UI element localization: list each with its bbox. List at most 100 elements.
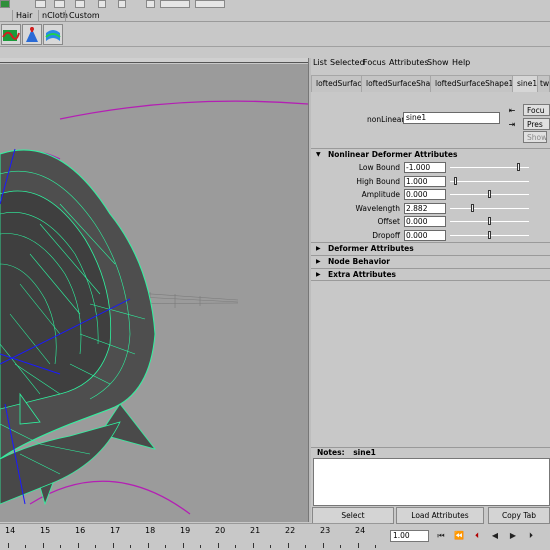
offset-slider-handle[interactable] (488, 217, 491, 226)
show-button[interactable]: Show (523, 131, 547, 143)
menu-show[interactable]: Show (427, 58, 449, 67)
presets-button[interactable]: Pres (523, 118, 550, 130)
frame-tick-label: 23 (320, 526, 331, 535)
snap-icon[interactable] (146, 0, 155, 8)
frame-tick (43, 543, 44, 548)
section-title: Deformer Attributes (328, 244, 414, 253)
menu-focus[interactable]: Focus (363, 58, 386, 67)
select-tool-icon[interactable] (98, 0, 106, 8)
high-bound-slider-handle[interactable] (453, 176, 457, 185)
frame-minor-tick (235, 545, 236, 548)
shelf-tab-hair[interactable]: Hair (12, 10, 35, 22)
play-forwards-icon[interactable]: ▶ (506, 530, 520, 543)
section-extra-attributes[interactable]: ▶ Extra Attributes (311, 268, 550, 281)
frame-minor-tick (375, 545, 376, 548)
offset-label: Offset (377, 217, 400, 227)
select-button[interactable]: Select (312, 507, 394, 524)
wavelength-field[interactable]: 2.882 (404, 202, 446, 214)
amplitude-label: Amplitude (361, 190, 400, 200)
frame-tick (253, 543, 254, 548)
attr-row-low-bound: Low Bound -1.000 (311, 162, 550, 175)
viewport-3d[interactable] (0, 64, 308, 522)
input-field[interactable] (160, 0, 190, 8)
shelf-tab-bar: Hair nCloth Custom (0, 9, 550, 22)
frame-tick (148, 543, 149, 548)
section-title: Extra Attributes (328, 270, 397, 279)
offset-field[interactable]: 0.000 (404, 216, 446, 228)
menu-attributes[interactable]: Attributes (389, 58, 429, 67)
notes-header: Notes: sine1 (311, 447, 550, 458)
frame-minor-tick (270, 545, 271, 548)
go-to-start-icon[interactable]: ⏮ (434, 530, 448, 543)
section-nonlinear-deformer[interactable]: ▼ Nonlinear Deformer Attributes (311, 148, 550, 161)
high-bound-slider[interactable] (450, 180, 529, 182)
curve-bottom (29, 480, 191, 515)
open-scene-icon[interactable] (54, 0, 65, 8)
menu-list[interactable]: List (313, 58, 327, 67)
current-frame-field[interactable]: 1.00 (390, 530, 429, 542)
menu-help[interactable]: Help (452, 58, 470, 67)
notes-text-area[interactable] (313, 458, 550, 506)
amplitude-field[interactable]: 0.000 (404, 189, 446, 201)
copy-tab-button[interactable]: Copy Tab (488, 507, 550, 524)
step-back-key-icon[interactable]: ⏪ (452, 530, 466, 543)
dropoff-label: Dropoff (372, 231, 400, 240)
collapsed-arrow-icon: ▶ (316, 271, 321, 278)
expanded-arrow-icon: ▼ (316, 151, 321, 158)
attr-row-amplitude: Amplitude 0.000 (311, 189, 550, 202)
frame-tick-label: 17 (110, 526, 121, 535)
frame-minor-tick (305, 545, 306, 548)
curve-top (59, 100, 308, 120)
frame-minor-tick (25, 545, 26, 548)
load-attributes-button[interactable]: Load Attributes (396, 507, 484, 524)
tab-tw[interactable]: tw (537, 75, 550, 92)
frame-minor-tick (130, 545, 131, 548)
input-connection-icon[interactable]: ⇤ (505, 106, 519, 117)
play-backwards-icon[interactable]: ◀ (488, 530, 502, 543)
shelf-icons (0, 23, 550, 47)
node-name-field[interactable]: sine1 (403, 112, 500, 124)
viewport-toolbar (0, 58, 308, 63)
time-slider[interactable]: 14 15 16 17 18 19 20 21 22 23 24 (0, 523, 390, 550)
frame-tick-label: 15 (40, 526, 51, 535)
dropoff-slider-handle[interactable] (488, 231, 491, 239)
dropoff-field[interactable]: 0.000 (404, 230, 446, 241)
attr-row-high-bound: High Bound 1.000 (311, 175, 550, 189)
section-deformer-attributes[interactable]: ▶ Deformer Attributes (311, 242, 550, 255)
frame-minor-tick (200, 545, 201, 548)
frame-tick (113, 543, 114, 548)
output-connection-icon[interactable]: ⇥ (505, 120, 519, 131)
low-bound-field[interactable]: -1.000 (404, 162, 446, 173)
step-back-frame-icon[interactable]: ⏴ (470, 530, 484, 543)
menu-selected[interactable]: Selected (330, 58, 365, 67)
high-bound-label: High Bound (356, 176, 400, 186)
frame-tick (183, 543, 184, 548)
ae-attribute-sections: ▼ Nonlinear Deformer Attributes Low Boun… (311, 146, 550, 441)
low-bound-label: Low Bound (358, 163, 400, 172)
frame-minor-tick (95, 545, 96, 548)
frame-tick (218, 543, 219, 548)
sine-deformer-icon[interactable] (1, 24, 21, 45)
lasso-tool-icon[interactable] (118, 0, 126, 8)
wavelength-slider-handle[interactable] (471, 203, 475, 212)
attr-row-offset: Offset 0.000 (311, 216, 550, 229)
low-bound-slider-handle[interactable] (516, 163, 520, 171)
section-node-behavior[interactable]: ▶ Node Behavior (311, 255, 550, 268)
focus-button[interactable]: Focu (523, 104, 550, 116)
input-field-2[interactable] (195, 0, 225, 8)
wave-deformer-icon[interactable] (43, 24, 63, 45)
menu-set-icon[interactable] (0, 0, 10, 8)
step-forward-frame-icon[interactable]: ⏵ (524, 530, 538, 543)
wavelength-slider[interactable] (450, 207, 529, 209)
collapsed-arrow-icon: ▶ (316, 245, 321, 252)
notes-label: Notes: (317, 448, 345, 457)
shelf-tab-custom[interactable]: Custom (65, 10, 103, 22)
frame-tick-label: 21 (250, 526, 261, 535)
amplitude-slider-handle[interactable] (488, 190, 491, 199)
new-scene-icon[interactable] (35, 0, 46, 8)
high-bound-field[interactable]: 1.000 (404, 175, 446, 187)
flare-deformer-icon[interactable] (22, 24, 42, 45)
save-scene-icon[interactable] (75, 0, 85, 8)
frame-minor-tick (165, 545, 166, 548)
wavelength-label: Wavelength (355, 203, 401, 213)
